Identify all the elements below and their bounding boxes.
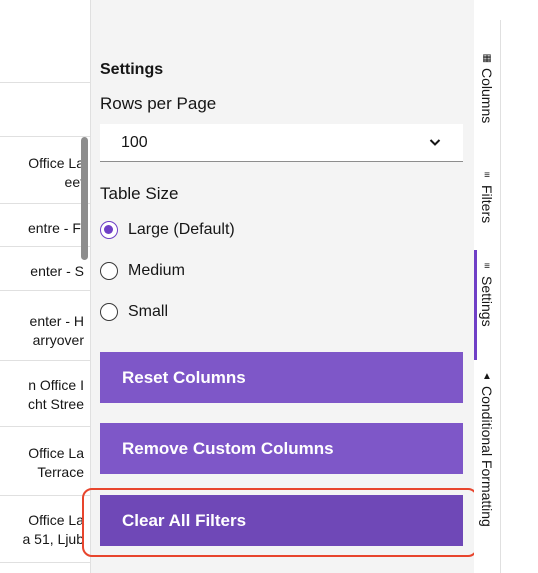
highlight-outline [82, 488, 478, 557]
tab-settings[interactable]: ≡ Settings [476, 262, 498, 327]
table-cell: enter - S [30, 263, 84, 279]
settings-icon: ≡ [484, 261, 490, 272]
table-cell: cht Stree [27, 396, 84, 412]
settings-title: Settings [100, 61, 164, 78]
tab-filters[interactable]: ≡ Filters [476, 170, 498, 224]
radio-unchecked-icon[interactable] [100, 303, 118, 321]
tab-label: Conditional Formatting [479, 386, 495, 527]
radio-checked-icon[interactable] [100, 221, 118, 239]
radio-medium[interactable]: Medium [100, 262, 185, 280]
radio-label: Large (Default) [128, 221, 235, 238]
tab-conditional-formatting[interactable]: ▲ Conditional Formatting [476, 372, 498, 527]
tab-label: Filters [479, 185, 495, 224]
rows-per-page-value: 100 [121, 134, 148, 151]
radio-large[interactable]: Large (Default) [100, 221, 235, 239]
grid-icon: ▦ [482, 53, 492, 64]
table-size-label: Table Size [100, 184, 179, 203]
tab-strip-border [500, 20, 501, 573]
row-divider [0, 82, 90, 83]
table-cell: n Office I [28, 377, 84, 393]
radio-label: Medium [128, 262, 185, 279]
table-cell: Office La [28, 155, 84, 171]
reset-columns-button[interactable]: Reset Columns [100, 352, 463, 403]
row-divider [0, 246, 90, 247]
radio-small[interactable]: Small [100, 303, 168, 321]
rows-per-page-select[interactable]: 100 [100, 124, 463, 162]
remove-custom-columns-button[interactable]: Remove Custom Columns [100, 423, 463, 474]
table-cell: entre - Fi [27, 220, 84, 236]
data-table: Office La eet entre - Fi enter - S enter… [0, 0, 90, 573]
table-scrollbar[interactable] [81, 137, 88, 260]
radio-unchecked-icon[interactable] [100, 262, 118, 280]
table-cell: Terrace [37, 464, 84, 480]
row-divider [0, 203, 90, 204]
table-cell: a 51, Ljub [22, 531, 85, 547]
table-cell: arryover [32, 332, 84, 348]
filter-icon: ≡ [484, 170, 490, 181]
row-divider [0, 290, 90, 291]
rows-per-page-label: Rows per Page [100, 94, 217, 113]
tab-label: Settings [479, 276, 495, 327]
tab-label: Columns [479, 68, 495, 124]
row-divider [0, 495, 90, 496]
row-divider [0, 360, 90, 361]
row-divider [0, 562, 90, 563]
table-cell: Office La [28, 445, 84, 461]
tab-columns[interactable]: ▦ Columns [476, 53, 498, 124]
row-divider [0, 136, 90, 137]
paint-bucket-icon: ▲ [482, 371, 492, 382]
chevron-down-icon [429, 139, 441, 146]
table-cell: enter - H [29, 313, 84, 329]
table-cell: Office La [28, 512, 84, 528]
radio-label: Small [128, 303, 169, 320]
row-divider [0, 426, 90, 427]
